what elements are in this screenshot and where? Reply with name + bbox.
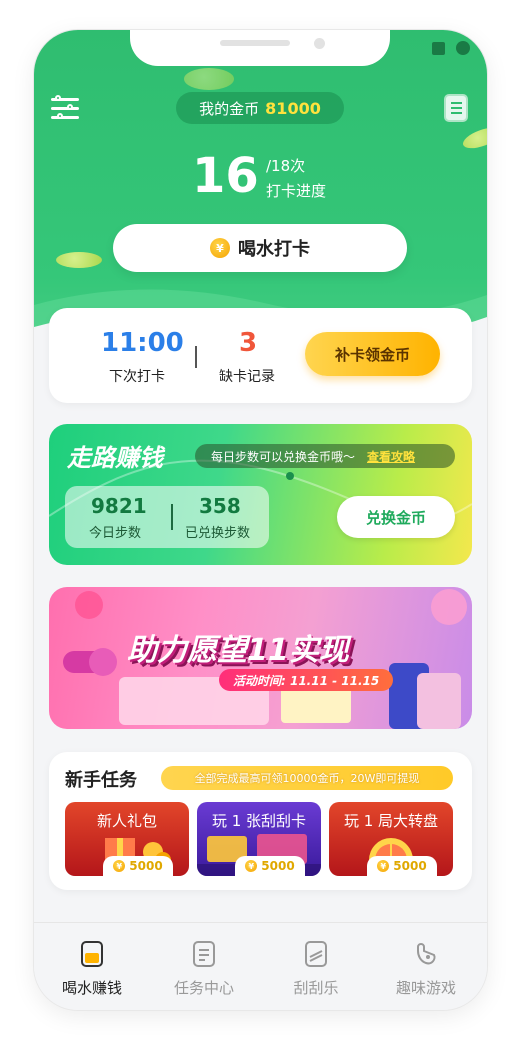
tab-fun-games[interactable]: 趣味游戏 [376, 935, 476, 997]
steps-summary: 9821 今日步数 358 已兑换步数 [65, 486, 269, 548]
task-list-icon [193, 941, 215, 967]
game-icon [417, 943, 436, 965]
tab-label: 刮刮乐 [293, 979, 339, 997]
task-reward: ¥ 5000 [235, 856, 305, 876]
checkin-progress-count: 16 [192, 148, 259, 204]
task-label: 新人礼包 [96, 812, 157, 830]
task-label: 玩 1 张刮刮卡 [211, 812, 307, 830]
tab-drink-earn[interactable]: 喝水赚钱 [42, 935, 142, 997]
exchanged-steps: 358 [199, 494, 241, 518]
tab-label: 任务中心 [173, 979, 234, 997]
checkin-button-label: 喝水打卡 [238, 239, 310, 260]
coin-icon: ¥ [210, 238, 230, 258]
task-reward: ¥ 5000 [367, 856, 437, 876]
scratch-card-icon [305, 941, 327, 967]
task-gift-pack[interactable]: 新人礼包 ¥ 5000 [65, 802, 189, 876]
promo-banner[interactable]: 助力愿望11实现 活动时间: 11.11 - 11.15 [49, 587, 472, 729]
phone-frame: 我的金币 81000 16 /18次 打卡进度 ¥ 喝水打卡 11:00 下次打… [34, 30, 487, 1010]
tasks-title: 新手任务 [65, 770, 137, 791]
divider [171, 504, 173, 530]
cup-icon [81, 941, 103, 967]
next-checkin-label: 下次打卡 [109, 369, 165, 385]
walk-earn-card: 走路赚钱 每日步数可以兑换金币哦～ 查看攻略 9821 今日步数 358 已兑换… [49, 424, 472, 565]
device-notch [130, 30, 390, 66]
makeup-checkin-button[interactable]: 补卡领金币 [305, 332, 440, 376]
tab-scratch-lottery[interactable]: 刮刮乐 [266, 935, 366, 997]
task-scratch-card[interactable]: 玩 1 张刮刮卡 ¥ 5000 [197, 802, 321, 876]
reward-amount: 5000 [261, 859, 295, 873]
coin-icon: ¥ [377, 860, 390, 872]
settings-menu-icon[interactable] [51, 95, 79, 122]
coin-decoration [460, 123, 487, 153]
task-label: 玩 1 局大转盘 [343, 812, 439, 830]
divider [195, 346, 197, 368]
task-lucky-wheel[interactable]: 玩 1 局大转盘 ¥ 5000 [329, 802, 453, 876]
speaker [220, 40, 290, 46]
camera [314, 38, 325, 49]
missed-label: 缺卡记录 [219, 369, 275, 385]
reward-amount: 5000 [393, 859, 427, 873]
document-icon[interactable] [444, 94, 468, 122]
tasks-tip: 全部完成最高可领10000金币，20W即可提现 [161, 766, 453, 790]
coin-label: 我的金币 [199, 99, 260, 118]
task-reward: ¥ 5000 [103, 856, 173, 876]
bottom-tab-bar: 喝水赚钱 任务中心 刮刮乐 趣味游戏 [34, 922, 487, 1010]
banner-title: 助力愿望11实现 [127, 633, 349, 668]
tab-label: 喝水赚钱 [61, 979, 122, 997]
checkin-progress-label: 打卡进度 [266, 182, 327, 200]
walk-tip-text: 每日步数可以兑换金币哦～ [211, 449, 356, 464]
banner-date: 活动时间: 11.11 - 11.15 [219, 669, 394, 691]
my-coins-pill: 我的金币 81000 [176, 92, 344, 124]
battery-icon [456, 41, 470, 55]
signal-icon [432, 42, 445, 55]
exchanged-steps-label: 已兑换步数 [185, 526, 251, 541]
tab-label: 趣味游戏 [395, 979, 456, 997]
walk-title: 走路赚钱 [67, 444, 163, 472]
tab-task-center[interactable]: 任务中心 [154, 935, 254, 997]
coin-amount: 81000 [265, 98, 321, 118]
coin-icon: ¥ [113, 860, 126, 872]
newbie-tasks-card: 新手任务 全部完成最高可领10000金币，20W即可提现 新人礼包 ¥ 5000… [49, 752, 472, 890]
view-guide-link[interactable]: 查看攻略 [367, 448, 415, 465]
checkin-progress-total: /18次 [266, 157, 306, 175]
next-checkin-time: 11:00 [101, 328, 184, 358]
today-steps-label: 今日步数 [89, 526, 142, 541]
today-steps: 9821 [91, 494, 147, 518]
drink-checkin-button[interactable]: ¥ 喝水打卡 [113, 224, 407, 272]
checkin-status-card: 11:00 下次打卡 3 缺卡记录 补卡领金币 [49, 308, 472, 403]
reward-amount: 5000 [129, 859, 163, 873]
coin-icon: ¥ [245, 860, 258, 872]
walk-tip: 每日步数可以兑换金币哦～ 查看攻略 [195, 444, 455, 468]
exchange-coins-button[interactable]: 兑换金币 [337, 496, 455, 538]
missed-count: 3 [239, 328, 258, 358]
coin-decoration [184, 68, 234, 90]
